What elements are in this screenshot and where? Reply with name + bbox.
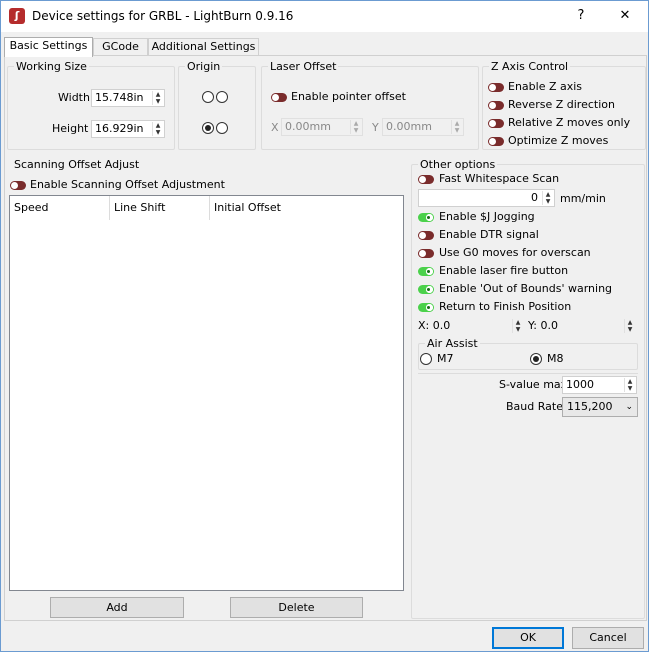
separator xyxy=(418,373,638,374)
origin-top-left-radio[interactable] xyxy=(202,91,214,103)
laser-fire-label: Enable laser fire button xyxy=(439,264,569,277)
fast-whitespace-speed-value: 0 xyxy=(531,191,538,204)
chevron-down-icon: ⌄ xyxy=(625,402,633,412)
window-title: Device settings for GRBL - LightBurn 0.9… xyxy=(32,9,294,23)
svalue-max-value: 1000 xyxy=(566,378,594,391)
out-of-bounds-label: Enable 'Out of Bounds' warning xyxy=(439,282,613,295)
laser-offset-group: Laser Offset Enable pointer offset X 0.0… xyxy=(261,60,479,150)
lightburn-icon: ʃ xyxy=(9,8,25,24)
origin-group: Origin xyxy=(178,60,256,150)
device-settings-window: ʃ Device settings for GRBL - LightBurn 0… xyxy=(0,0,649,652)
fast-whitespace-speed-spinbox[interactable]: 0 ▲ ▼ xyxy=(418,189,555,207)
pointer-offset-toggle[interactable] xyxy=(271,93,287,102)
svalue-max-spinbox[interactable]: 1000 ▲ ▼ xyxy=(562,376,637,394)
reverse-z-toggle[interactable] xyxy=(488,101,504,110)
offset-x-spinbox[interactable]: 0.00mm ▲ ▼ xyxy=(281,118,363,136)
width-value: 15.748in xyxy=(95,91,144,104)
air-assist-m7-label: M7 xyxy=(437,352,454,365)
spin-arrows-icon[interactable]: ▲ ▼ xyxy=(350,120,361,134)
finish-y-spinbox[interactable]: Y: 0.0 ▲ ▼ xyxy=(525,317,637,335)
relative-z-toggle[interactable] xyxy=(488,119,504,128)
fast-whitespace-label: Fast Whitespace Scan xyxy=(439,172,560,185)
delete-button[interactable]: Delete xyxy=(230,597,363,618)
add-button[interactable]: Add xyxy=(50,597,184,618)
g0-overscan-toggle[interactable] xyxy=(418,249,434,258)
out-of-bounds-toggle[interactable] xyxy=(418,285,434,294)
ok-button[interactable]: OK xyxy=(492,627,564,649)
relative-z-label: Relative Z moves only xyxy=(508,116,631,129)
air-assist-m8-label: M8 xyxy=(547,352,564,365)
enable-z-axis-label: Enable Z axis xyxy=(508,80,583,93)
baud-rate-value: 115,200 xyxy=(567,400,613,413)
origin-bottom-right-radio[interactable] xyxy=(216,122,228,134)
finish-x-spinbox[interactable]: X: 0.0 ▲ ▼ xyxy=(415,317,525,335)
dtr-signal-toggle[interactable] xyxy=(418,231,434,240)
column-header-line-shift[interactable]: Line Shift xyxy=(110,196,210,220)
finish-position-toggle[interactable] xyxy=(418,303,434,312)
svalue-max-label: S-value max xyxy=(499,378,568,391)
spin-arrows-icon[interactable]: ▲ ▼ xyxy=(542,191,553,205)
finish-y-value: Y: 0.0 xyxy=(528,319,558,332)
working-size-title: Working Size xyxy=(14,60,89,73)
offset-x-value: 0.00mm xyxy=(285,120,331,133)
working-size-group: Working Size Width 15.748in ▲ ▼ Height 16… xyxy=(7,60,175,150)
dtr-signal-label: Enable DTR signal xyxy=(439,228,539,241)
g0-overscan-label: Use G0 moves for overscan xyxy=(439,246,591,259)
jogging-toggle[interactable] xyxy=(418,213,434,222)
reverse-z-label: Reverse Z direction xyxy=(508,98,615,111)
baud-rate-label: Baud Rate xyxy=(506,400,563,413)
optimize-z-toggle[interactable] xyxy=(488,137,504,146)
tab-gcode[interactable]: GCode xyxy=(93,38,148,56)
tab-additional-settings[interactable]: Additional Settings xyxy=(148,38,259,56)
other-options-title: Other options xyxy=(418,158,498,171)
baud-rate-dropdown[interactable]: 115,200 ⌄ xyxy=(562,397,638,417)
enable-z-axis-toggle[interactable] xyxy=(488,83,504,92)
finish-x-value: X: 0.0 xyxy=(418,319,451,332)
help-button[interactable]: ? xyxy=(561,5,601,27)
spin-arrows-icon[interactable]: ▲ ▼ xyxy=(451,120,462,134)
air-assist-m7-radio[interactable] xyxy=(420,353,432,365)
tab-basic-settings[interactable]: Basic Settings xyxy=(4,37,93,57)
scanning-offset-toggle[interactable] xyxy=(10,181,26,190)
speed-unit-label: mm/min xyxy=(560,192,606,205)
jogging-label: Enable $J Jogging xyxy=(439,210,535,223)
z-axis-group: Z Axis Control Enable Z axis Reverse Z d… xyxy=(482,60,646,150)
scanning-offset-table[interactable]: Speed Line Shift Initial Offset xyxy=(9,195,404,591)
z-axis-title: Z Axis Control xyxy=(489,60,571,73)
laser-offset-title: Laser Offset xyxy=(268,60,339,73)
column-header-initial-offset[interactable]: Initial Offset xyxy=(210,196,310,220)
cancel-button[interactable]: Cancel xyxy=(572,627,644,649)
title-bar[interactable]: ʃ Device settings for GRBL - LightBurn 0… xyxy=(1,1,648,32)
finish-position-label: Return to Finish Position xyxy=(439,300,572,313)
spin-arrows-icon[interactable]: ▲ ▼ xyxy=(512,319,523,333)
offset-y-value: 0.00mm xyxy=(386,120,432,133)
spin-arrows-icon[interactable]: ▲ ▼ xyxy=(152,91,163,105)
offset-y-spinbox[interactable]: 0.00mm ▲ ▼ xyxy=(382,118,464,136)
column-header-speed[interactable]: Speed xyxy=(10,196,110,220)
origin-top-right-radio[interactable] xyxy=(216,91,228,103)
height-label: Height xyxy=(52,122,89,135)
air-assist-title: Air Assist xyxy=(425,337,480,350)
offset-y-label: Y xyxy=(372,121,379,134)
close-button[interactable]: ✕ xyxy=(605,5,645,27)
fast-whitespace-toggle[interactable] xyxy=(418,175,434,184)
width-label: Width xyxy=(58,91,90,104)
width-spinbox[interactable]: 15.748in ▲ ▼ xyxy=(91,89,165,107)
optimize-z-label: Optimize Z moves xyxy=(508,134,609,147)
origin-bottom-left-radio[interactable] xyxy=(202,122,214,134)
spin-arrows-icon[interactable]: ▲ ▼ xyxy=(624,378,635,392)
offset-x-label: X xyxy=(271,121,279,134)
height-spinbox[interactable]: 16.929in ▲ ▼ xyxy=(91,120,165,138)
pointer-offset-label: Enable pointer offset xyxy=(291,90,406,103)
spin-arrows-icon[interactable]: ▲ ▼ xyxy=(624,319,635,333)
scanning-offset-label: Enable Scanning Offset Adjustment xyxy=(30,178,225,191)
origin-title: Origin xyxy=(185,60,223,73)
air-assist-m8-radio[interactable] xyxy=(530,353,542,365)
scanning-offset-title: Scanning Offset Adjust xyxy=(14,158,140,171)
spin-arrows-icon[interactable]: ▲ ▼ xyxy=(152,122,163,136)
laser-fire-toggle[interactable] xyxy=(418,267,434,276)
height-value: 16.929in xyxy=(95,122,144,135)
